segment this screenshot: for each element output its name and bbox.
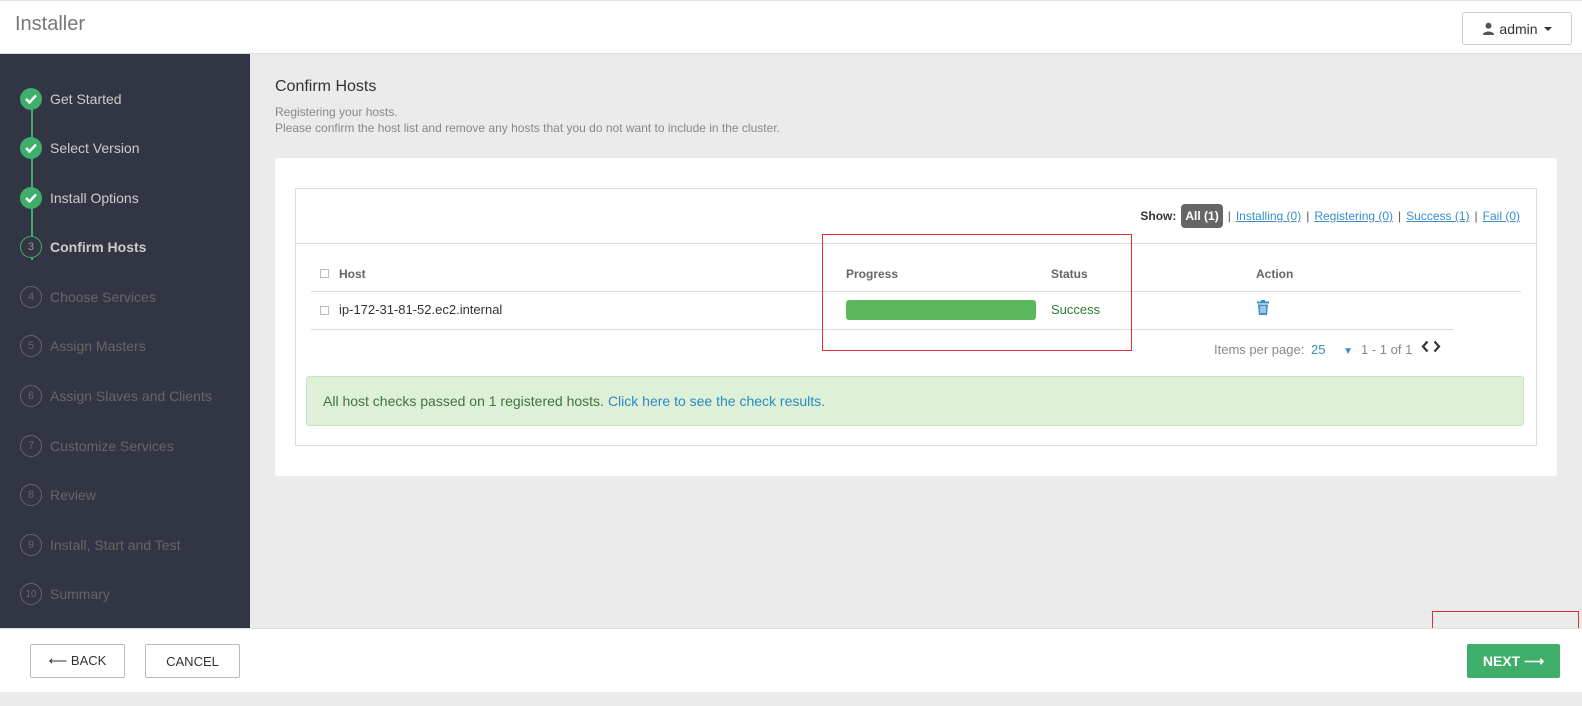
cancel-button[interactable]: CANCEL xyxy=(145,644,240,678)
step-number: 5 xyxy=(20,335,42,357)
step-label: Install Options xyxy=(50,190,139,206)
filter-show-label: Show: xyxy=(1140,209,1177,223)
top-bar: Installer admin xyxy=(0,0,1582,54)
footer-bar: ⟵ BACK CANCEL NEXT ⟶ xyxy=(0,628,1582,692)
page-description-2: Please confirm the host list and remove … xyxy=(275,121,780,135)
progress-bar xyxy=(846,300,1036,320)
step-label: Confirm Hosts xyxy=(50,239,147,255)
row-divider xyxy=(311,329,1454,330)
check-icon xyxy=(20,187,42,209)
step-confirm-hosts: 3 Confirm Hosts xyxy=(20,235,146,259)
step-number: 7 xyxy=(20,435,42,457)
step-review: 8 Review xyxy=(20,483,96,507)
step-label: Summary xyxy=(50,586,110,602)
check-icon xyxy=(20,88,42,110)
step-assign-slaves: 6 Assign Slaves and Clients xyxy=(20,384,212,408)
select-all-checkbox[interactable] xyxy=(320,269,329,278)
user-menu-label: admin xyxy=(1499,20,1538,37)
step-label: Assign Masters xyxy=(50,338,146,354)
app-title: Installer xyxy=(15,13,86,35)
step-number: 4 xyxy=(20,286,42,308)
items-per-page-label: Items per page: xyxy=(1214,342,1305,357)
host-checks-alert: All host checks passed on 1 registered h… xyxy=(306,376,1524,426)
step-customize-services: 7 Customize Services xyxy=(20,434,174,458)
alert-text: All host checks passed on 1 registered h… xyxy=(323,393,604,409)
page-range: 1 - 1 of 1 xyxy=(1361,342,1412,357)
check-icon xyxy=(20,137,42,159)
wizard-sidebar: Get Started Select Version Install Optio… xyxy=(0,54,250,628)
next-button[interactable]: NEXT ⟶ xyxy=(1467,644,1560,678)
step-number: 8 xyxy=(20,484,42,506)
step-number: 10 xyxy=(20,583,42,605)
pagination: Items per page: xyxy=(1214,342,1304,357)
column-host: Host xyxy=(339,267,366,281)
step-label: Install, Start and Test xyxy=(50,537,181,553)
step-get-started[interactable]: Get Started xyxy=(20,87,122,111)
chevron-left-icon[interactable] xyxy=(1421,340,1429,353)
hosts-box: Show: All (1) | Installing (0) | Registe… xyxy=(295,188,1537,446)
caret-down-icon xyxy=(1543,26,1552,31)
divider xyxy=(296,243,1536,244)
filter-separator: | xyxy=(1474,209,1478,223)
step-summary: 10 Summary xyxy=(20,582,110,606)
filter-separator: | xyxy=(1227,209,1231,223)
step-number: 6 xyxy=(20,385,42,407)
step-select-version[interactable]: Select Version xyxy=(20,136,140,160)
page-nav xyxy=(1421,340,1441,353)
main-content: Confirm Hosts Registering your hosts. Pl… xyxy=(250,54,1582,628)
page-range-text: 1 - 1 of 1 xyxy=(1361,342,1413,357)
step-label: Select Version xyxy=(50,140,140,156)
bottom-strip xyxy=(0,692,1582,706)
column-status: Status xyxy=(1051,267,1088,281)
dropdown-arrow-icon: ▼ xyxy=(1343,346,1353,357)
step-number: 3 xyxy=(20,236,42,258)
step-label: Assign Slaves and Clients xyxy=(50,388,212,404)
step-choose-services: 4 Choose Services xyxy=(20,285,156,309)
step-label: Choose Services xyxy=(50,289,156,305)
page-title: Confirm Hosts xyxy=(275,78,377,95)
chevron-right-icon[interactable] xyxy=(1433,340,1441,353)
items-per-page-select[interactable]: 25 ▼ xyxy=(1311,342,1353,357)
filter-registering[interactable]: Registering (0) xyxy=(1314,209,1393,223)
step-install-start-test: 9 Install, Start and Test xyxy=(20,533,180,557)
step-assign-masters: 5 Assign Masters xyxy=(20,334,146,358)
filter-fail[interactable]: Fail (0) xyxy=(1483,209,1520,223)
step-label: Customize Services xyxy=(50,438,174,454)
host-name: ip-172-31-81-52.ec2.internal xyxy=(339,302,503,317)
page-description: Registering your hosts. xyxy=(275,105,398,119)
step-label: Get Started xyxy=(50,91,122,107)
status-text: Success xyxy=(1051,302,1101,317)
step-number: 9 xyxy=(20,534,42,556)
check-results-link[interactable]: Click here to see the check results. xyxy=(608,393,825,409)
user-menu-button[interactable]: admin xyxy=(1462,12,1572,45)
filter-all[interactable]: All (1) xyxy=(1181,204,1223,228)
row-checkbox[interactable] xyxy=(320,306,329,315)
trash-icon[interactable] xyxy=(1257,300,1269,315)
user-icon xyxy=(1483,22,1495,35)
column-action: Action xyxy=(1256,267,1294,281)
column-progress: Progress xyxy=(846,267,899,281)
items-per-page-value: 25 xyxy=(1311,342,1326,357)
back-button[interactable]: ⟵ BACK xyxy=(30,644,125,678)
step-label: Review xyxy=(50,487,96,503)
hosts-panel: Show: All (1) | Installing (0) | Registe… xyxy=(275,158,1557,476)
filter-success[interactable]: Success (1) xyxy=(1406,209,1469,223)
filter-separator: | xyxy=(1398,209,1402,223)
filter-installing[interactable]: Installing (0) xyxy=(1236,209,1301,223)
host-filters: Show: All (1) | Installing (0) | Registe… xyxy=(1140,203,1520,229)
step-install-options[interactable]: Install Options xyxy=(20,186,139,210)
header-divider xyxy=(311,291,1521,292)
filter-separator: | xyxy=(1306,209,1310,223)
